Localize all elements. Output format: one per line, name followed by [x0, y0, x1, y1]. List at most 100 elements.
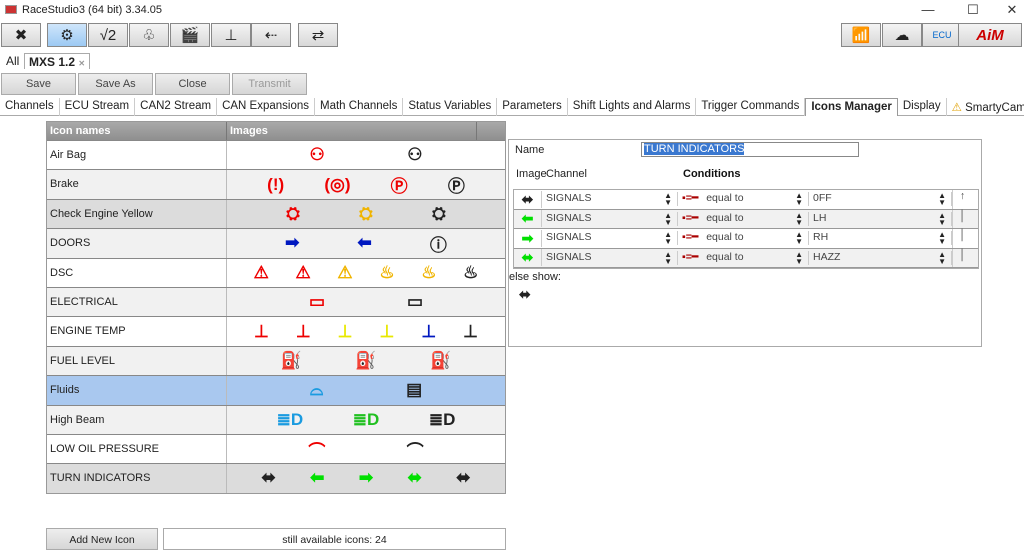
- table-row[interactable]: LOW OIL PRESSURE ⌒ ⌒: [47, 433, 505, 464]
- table-row[interactable]: ELECTRICAL ▭ ▭: [47, 286, 505, 317]
- scrollbar[interactable]: ↑: [952, 190, 972, 209]
- icon-images: ➡ ⬅ ⓘ: [227, 229, 505, 257]
- table-row[interactable]: DSC ⚠ ⚠ ⚠ ♨ ♨ ♨: [47, 257, 505, 287]
- table-row[interactable]: FUEL LEVEL ⛽ ⛽ ⛽: [47, 345, 505, 376]
- spinner-icon[interactable]: ▲ ▼: [938, 211, 951, 226]
- tab-icons-manager[interactable]: Icons Manager: [805, 98, 898, 116]
- value-select[interactable]: RH ▲ ▼: [809, 231, 952, 246]
- temperature-icon: ⊥: [224, 27, 238, 44]
- tab-ecu-stream[interactable]: ECU Stream: [60, 98, 136, 116]
- condition-row[interactable]: ⬌ SIGNALS ▲ ▼ ▪=━ equal to ▲ ▼ 0FF ▲ ▼ ↑: [514, 190, 978, 210]
- condition-image[interactable]: ⬌: [514, 249, 542, 267]
- icon-name: Fluids: [47, 376, 227, 405]
- tab-status-variables[interactable]: Status Variables: [403, 98, 498, 116]
- brake-icon: (!): [267, 174, 285, 194]
- wifi-icon-button[interactable]: 📶: [841, 23, 881, 47]
- tab-parameters[interactable]: Parameters: [497, 98, 568, 116]
- wrench-icon: ✖: [14, 27, 28, 44]
- table-row[interactable]: DOORS ➡ ⬅ ⓘ: [47, 228, 505, 258]
- value-select[interactable]: LH ▲ ▼: [809, 211, 952, 226]
- aim-logo-button[interactable]: AiM: [958, 23, 1022, 47]
- close-button[interactable]: Close: [155, 73, 230, 95]
- condition-row[interactable]: ➡ SIGNALS ▲ ▼ ▪=━ equal to ▲ ▼ RH ▲ ▼ │: [514, 229, 978, 249]
- device-tab-all[interactable]: All: [2, 53, 23, 69]
- tab-smartycam[interactable]: ⚠ SmartyCam: [947, 98, 1024, 116]
- close-window-button[interactable]: ✕: [1002, 2, 1022, 18]
- scrollbar[interactable]: │: [952, 229, 972, 248]
- else-icon[interactable]: ⬌: [519, 286, 531, 303]
- left-icon: ⬅: [310, 468, 325, 488]
- table-row[interactable]: Air Bag ⚇ ⚇: [47, 140, 505, 170]
- spinner-icon[interactable]: ▲ ▼: [664, 250, 677, 265]
- spinner-icon[interactable]: ▲ ▼: [664, 231, 677, 246]
- tab-can-expansions[interactable]: CAN Expansions: [217, 98, 316, 116]
- condition-row[interactable]: ⬌ SIGNALS ▲ ▼ ▪=━ equal to ▲ ▼ HAZZ ▲ ▼ │: [514, 248, 978, 268]
- channel-select[interactable]: SIGNALS ▲ ▼: [542, 231, 678, 246]
- table-row[interactable]: Brake (!) (◎) Ⓟ Ⓟ: [47, 169, 505, 199]
- icon-name: ENGINE TEMP: [47, 317, 227, 346]
- spinner-icon[interactable]: ▲ ▼: [795, 192, 808, 207]
- close-tab-icon[interactable]: ✕: [78, 59, 85, 68]
- spinner-icon[interactable]: ▲ ▼: [938, 250, 951, 265]
- tab-shift-lights-and-alarms[interactable]: Shift Lights and Alarms: [568, 98, 697, 116]
- name-input[interactable]: TURN INDICATORS: [641, 142, 859, 157]
- transmit-button[interactable]: Transmit: [232, 73, 307, 95]
- temperature-button[interactable]: ⊥: [211, 23, 251, 47]
- operator-select[interactable]: ▪=━ equal to ▲ ▼: [678, 211, 809, 226]
- spinner-icon[interactable]: ▲ ▼: [795, 211, 808, 226]
- math-button[interactable]: √2: [88, 23, 128, 47]
- condition-row[interactable]: ⬅ SIGNALS ▲ ▼ ▪=━ equal to ▲ ▼ LH ▲ ▼ │: [514, 209, 978, 229]
- value-select[interactable]: HAZZ ▲ ▼: [809, 250, 952, 265]
- operator-select[interactable]: ▪=━ equal to ▲ ▼: [678, 192, 809, 207]
- save-as-button[interactable]: Save As: [78, 73, 153, 95]
- tab-display[interactable]: Display: [898, 98, 947, 116]
- device-tab-current[interactable]: MXS 1.2 ✕: [24, 53, 91, 69]
- skid-icon: ♨: [463, 262, 479, 282]
- channel-select[interactable]: SIGNALS ▲ ▼: [542, 192, 678, 207]
- tab-channels[interactable]: Channels: [0, 98, 60, 116]
- spinner-icon[interactable]: ▲ ▼: [938, 231, 951, 246]
- operator-select[interactable]: ▪=━ equal to ▲ ▼: [678, 250, 809, 265]
- table-row[interactable]: TURN INDICATORS ⬌ ⬅ ➡ ⬌ ⬌: [47, 463, 505, 493]
- ecu-icon-button[interactable]: ECU: [922, 23, 962, 47]
- table-row[interactable]: ENGINE TEMP ⊥ ⊥ ⊥ ⊥ ⊥ ⊥: [47, 316, 505, 346]
- icon-images: ⬌ ⬅ ➡ ⬌ ⬌: [227, 464, 505, 492]
- operator-select[interactable]: ▪=━ equal to ▲ ▼: [678, 231, 809, 246]
- icon-images: ⌓ ▤: [227, 376, 505, 404]
- track-icon: ♧: [142, 27, 156, 44]
- equal-icon: ▪=━: [682, 250, 699, 263]
- both-icon: ⬌: [521, 190, 534, 207]
- clapper-button[interactable]: 🎬: [170, 23, 210, 47]
- condition-image[interactable]: ⬌: [514, 190, 542, 208]
- minimize-button[interactable]: —: [918, 2, 938, 17]
- save-button[interactable]: Save: [1, 73, 76, 95]
- tab-trigger-commands[interactable]: Trigger Commands: [696, 98, 806, 116]
- spinner-icon[interactable]: ▲ ▼: [795, 231, 808, 246]
- spinner-icon[interactable]: ▲ ▼: [795, 250, 808, 265]
- condition-image[interactable]: ➡: [514, 229, 542, 247]
- spinner-icon[interactable]: ▲ ▼: [664, 211, 677, 226]
- tab-math-channels[interactable]: Math Channels: [315, 98, 404, 116]
- tab-can2-stream[interactable]: CAN2 Stream: [135, 98, 218, 116]
- transfer-button[interactable]: ⇄: [298, 23, 338, 47]
- scrollbar[interactable]: │: [952, 209, 972, 228]
- condition-image[interactable]: ⬅: [514, 210, 542, 228]
- spinner-icon[interactable]: ▲ ▼: [938, 192, 951, 207]
- beam-icon: ≣D: [276, 409, 304, 429]
- both-icon: ⬌: [407, 468, 422, 488]
- table-row[interactable]: High Beam ≣D ≣D ≣D: [47, 404, 505, 434]
- spinner-icon[interactable]: ▲ ▼: [664, 192, 677, 207]
- track-button[interactable]: ♧: [129, 23, 169, 47]
- channel-select[interactable]: SIGNALS ▲ ▼: [542, 211, 678, 226]
- maximize-button[interactable]: ☐: [963, 2, 983, 18]
- add-device-button[interactable]: ⇠: [251, 23, 291, 47]
- channel-select[interactable]: SIGNALS ▲ ▼: [542, 250, 678, 265]
- cloud-error-icon-button[interactable]: ☁: [882, 23, 922, 47]
- scrollbar[interactable]: │: [952, 248, 972, 267]
- gears-button[interactable]: ⚙: [47, 23, 87, 47]
- value-select[interactable]: 0FF ▲ ▼: [809, 192, 952, 207]
- gears-icon: ⚙: [60, 27, 74, 44]
- wrench-button[interactable]: ✖: [1, 23, 41, 47]
- table-row[interactable]: Check Engine Yellow ⛭ ⛭ ⛭: [47, 198, 505, 229]
- table-row[interactable]: Fluids ⌓ ▤: [47, 375, 505, 405]
